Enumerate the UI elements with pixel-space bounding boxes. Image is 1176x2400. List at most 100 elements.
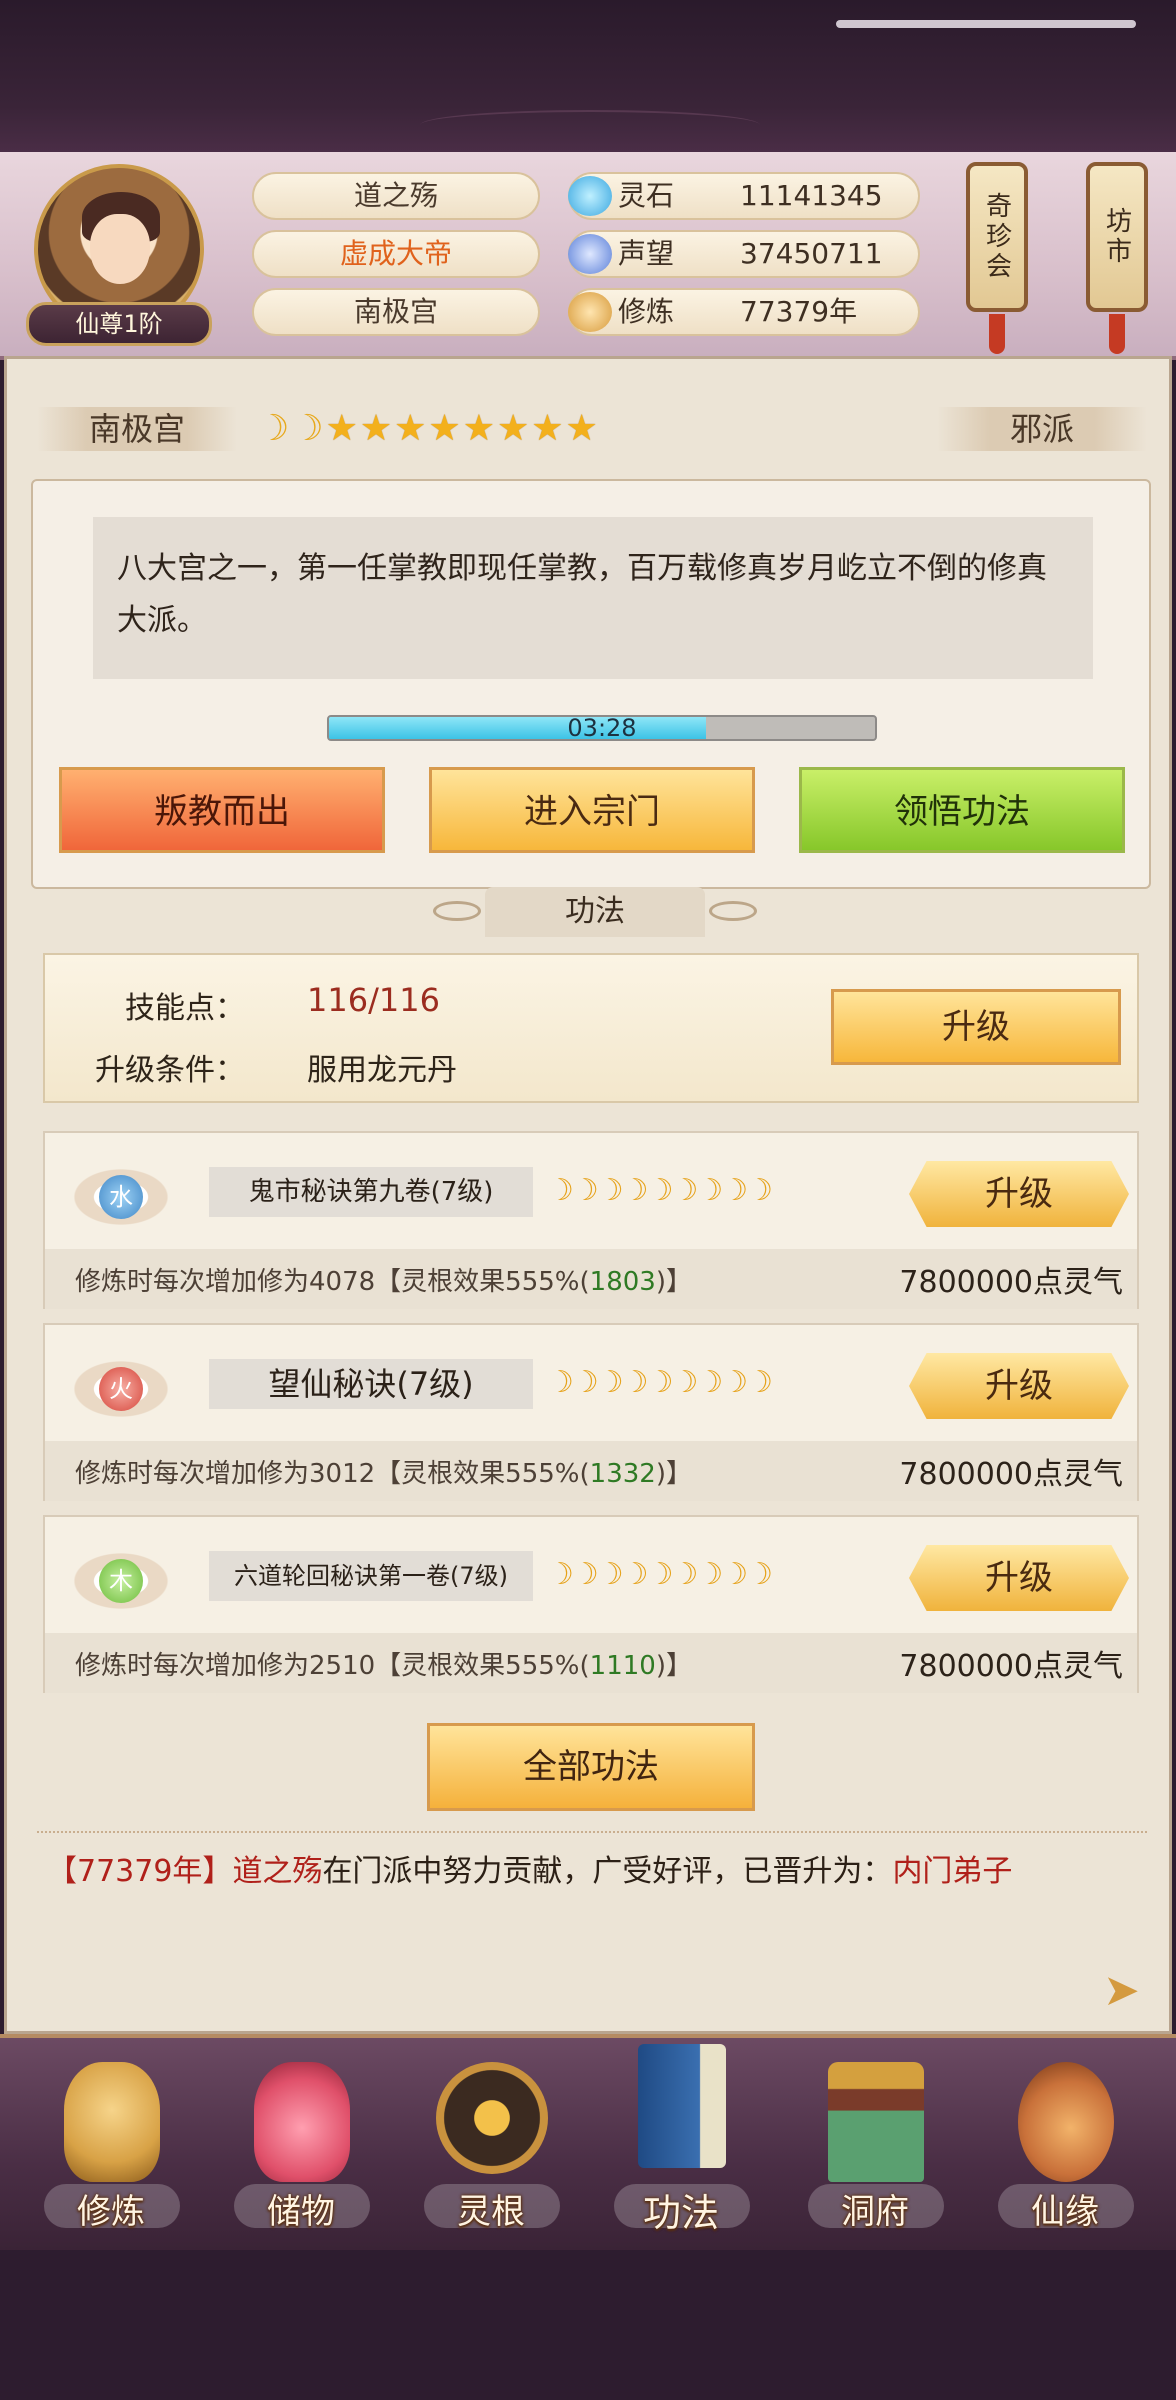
meditation-icon bbox=[568, 292, 612, 332]
upgrade-condition-label: 升级条件： bbox=[95, 1053, 245, 1088]
effect-bonus: 1110 bbox=[589, 1651, 656, 1681]
resource-value: 37450711 bbox=[740, 237, 883, 270]
cultivate-icon bbox=[64, 2062, 160, 2182]
effect-suffix: )】 bbox=[655, 1459, 692, 1489]
sect-main-panel: 南极宫 ☽☽★★★★★★★★ 邪派 八大宫之一，第一任掌教即现任掌教，百万载修真… bbox=[4, 356, 1172, 2034]
nav-fortune[interactable]: 仙缘 bbox=[990, 2056, 1140, 2252]
player-title: 虚成大帝 bbox=[252, 230, 540, 278]
nav-cave[interactable]: 洞府 bbox=[800, 2056, 950, 2252]
enter-sect-button[interactable]: 进入宗门 bbox=[429, 767, 755, 853]
top-ornament bbox=[420, 110, 760, 140]
effect-suffix: )】 bbox=[655, 1651, 692, 1681]
sect-header-row: 南极宫 ☽☽★★★★★★★★ 邪派 bbox=[37, 407, 1147, 451]
timer-progress-bar: 03:28 bbox=[327, 715, 877, 741]
resource-value: 77379年 bbox=[740, 295, 858, 328]
leave-sect-button[interactable]: 叛教而出 bbox=[59, 767, 385, 853]
technique-effect: 修炼时每次增加修为2510【灵根效果555%(1110)】 bbox=[75, 1645, 692, 1682]
bottom-navigation: 修炼 储物 灵根 功法 洞府 仙缘 bbox=[0, 2034, 1176, 2250]
nav-label: 修炼 bbox=[77, 2192, 145, 2232]
expand-arrow-icon[interactable]: ➤ bbox=[1103, 1969, 1147, 2013]
resource-value: 11141345 bbox=[740, 179, 883, 212]
sect-description: 八大宫之一，第一任掌教即现任掌教，百万载修真岁月屹立不倒的修真大派。 bbox=[93, 517, 1093, 679]
spirit-stone-icon bbox=[568, 176, 612, 216]
technique-effect: 修炼时每次增加修为3012【灵根效果555%(1332)】 bbox=[75, 1453, 692, 1490]
technique-cost: 7800000点灵气 bbox=[899, 1265, 1123, 1300]
moon-icon: ☽ bbox=[257, 408, 292, 449]
rank-badge: 仙尊1阶 bbox=[26, 302, 212, 346]
nav-technique[interactable]: 功法 bbox=[606, 2038, 756, 2235]
technique-upgrade-button[interactable]: 升级 bbox=[909, 1545, 1129, 1611]
all-techniques-button[interactable]: 全部功法 bbox=[427, 1723, 755, 1811]
storage-bag-icon bbox=[254, 2062, 350, 2182]
technique-upgrade-button[interactable]: 升级 bbox=[909, 1161, 1129, 1227]
swirl-ornament bbox=[433, 901, 481, 921]
cave-dwelling-icon bbox=[828, 2062, 924, 2182]
water-element-icon: 水 bbox=[99, 1175, 143, 1219]
effect-bonus: 1803 bbox=[589, 1267, 656, 1297]
player-header: 仙尊1阶 道之殇 虚成大帝 南极宫 灵石 11141345 声望 3745071… bbox=[0, 152, 1176, 360]
effect-text: 修炼时每次增加修为2510【灵根效果555%( bbox=[75, 1651, 590, 1681]
nav-cultivate[interactable]: 修炼 bbox=[36, 2056, 186, 2252]
fire-element-icon: 火 bbox=[99, 1367, 143, 1411]
log-text: 在门派中努力贡献，广受好评，已晋升为： bbox=[322, 1854, 893, 1889]
technique-upgrade-button[interactable]: 升级 bbox=[909, 1353, 1129, 1419]
star-icon: ★ bbox=[428, 408, 463, 449]
skill-points-panel: 技能点： 116/116 升级条件： 服用龙元丹 升级 bbox=[43, 953, 1139, 1103]
player-name: 道之殇 bbox=[252, 172, 540, 220]
sect-name-label: 南极宫 bbox=[37, 407, 237, 451]
effect-bonus: 1332 bbox=[589, 1459, 656, 1489]
market-button[interactable]: 坊市 bbox=[1086, 162, 1148, 312]
log-player-name: 道之殇 bbox=[232, 1854, 323, 1889]
technique-title-text: 功法 bbox=[565, 894, 625, 929]
effect-text: 修炼时每次增加修为3012【灵根效果555%( bbox=[75, 1459, 590, 1489]
comprehend-technique-button[interactable]: 领悟功法 bbox=[799, 767, 1125, 853]
sect-description-card: 八大宫之一，第一任掌教即现任掌教，百万载修真岁月屹立不倒的修真大派。 03:28… bbox=[31, 479, 1151, 889]
fortune-gourd-icon bbox=[1018, 2062, 1114, 2182]
effect-text: 修炼时每次增加修为4078【灵根效果555%( bbox=[75, 1267, 590, 1297]
technique-section-title: 功法 bbox=[433, 887, 757, 937]
star-icon: ★ bbox=[531, 408, 566, 449]
moon-icon: ☽ bbox=[291, 408, 326, 449]
status-bar bbox=[0, 0, 1176, 152]
effect-suffix: )】 bbox=[655, 1267, 692, 1297]
nav-storage[interactable]: 储物 bbox=[226, 2056, 376, 2252]
tassel-decoration bbox=[989, 314, 1005, 354]
home-indicator bbox=[836, 20, 1136, 28]
nav-label: 洞府 bbox=[841, 2192, 909, 2232]
player-sect: 南极宫 bbox=[252, 288, 540, 336]
technique-cost: 7800000点灵气 bbox=[899, 1649, 1123, 1684]
ornamental-divider bbox=[37, 1831, 1147, 1843]
star-icon: ★ bbox=[462, 408, 497, 449]
star-icon: ★ bbox=[565, 408, 600, 449]
log-year: 【77379年】 bbox=[47, 1854, 233, 1889]
tassel-decoration bbox=[1109, 314, 1125, 354]
nav-spirit-root[interactable]: 灵根 bbox=[416, 2056, 566, 2252]
technique-row: 水 鬼市秘诀第九卷(7级) ☽☽☽☽☽☽☽☽☽ 升级 修炼时每次增加修为4078… bbox=[43, 1131, 1139, 1309]
star-icon: ★ bbox=[496, 408, 532, 449]
technique-level-moons: ☽☽☽☽☽☽☽☽☽ bbox=[547, 1173, 773, 1208]
skill-upgrade-button[interactable]: 升级 bbox=[831, 989, 1121, 1065]
log-rank: 内门弟子 bbox=[892, 1854, 1013, 1889]
bottom-safe-area bbox=[0, 2250, 1176, 2400]
element-badge: 水 bbox=[67, 1165, 175, 1229]
technique-name: 望仙秘诀(7级) bbox=[209, 1359, 533, 1409]
skill-points-value: 116/116 bbox=[307, 981, 440, 1019]
resource-label: 灵石 bbox=[618, 179, 675, 212]
resource-label: 修炼 bbox=[618, 295, 675, 328]
technique-name: 鬼市秘诀第九卷(7级) bbox=[209, 1167, 533, 1217]
technique-effect: 修炼时每次增加修为4078【灵根效果555%(1803)】 bbox=[75, 1261, 692, 1298]
technique-row: 木 六道轮回秘诀第一卷(7级) ☽☽☽☽☽☽☽☽☽ 升级 修炼时每次增加修为25… bbox=[43, 1515, 1139, 1693]
nav-label: 储物 bbox=[267, 2192, 335, 2232]
resource-label: 声望 bbox=[618, 237, 675, 270]
technique-level-moons: ☽☽☽☽☽☽☽☽☽ bbox=[547, 1365, 773, 1400]
star-icon: ★ bbox=[394, 408, 429, 449]
nav-label: 仙缘 bbox=[1031, 2192, 1099, 2232]
resource-cultivation: 修炼 77379年 bbox=[568, 288, 920, 336]
star-icon: ★ bbox=[359, 408, 395, 449]
resource-spirit-stone: 灵石 11141345 bbox=[568, 172, 920, 220]
upgrade-condition-value: 服用龙元丹 bbox=[307, 1053, 457, 1088]
sect-alignment-label: 邪派 bbox=[937, 407, 1147, 451]
reputation-icon bbox=[568, 234, 612, 274]
technique-level-moons: ☽☽☽☽☽☽☽☽☽ bbox=[547, 1557, 773, 1592]
treasure-shop-button[interactable]: 奇珍会 bbox=[966, 162, 1028, 312]
